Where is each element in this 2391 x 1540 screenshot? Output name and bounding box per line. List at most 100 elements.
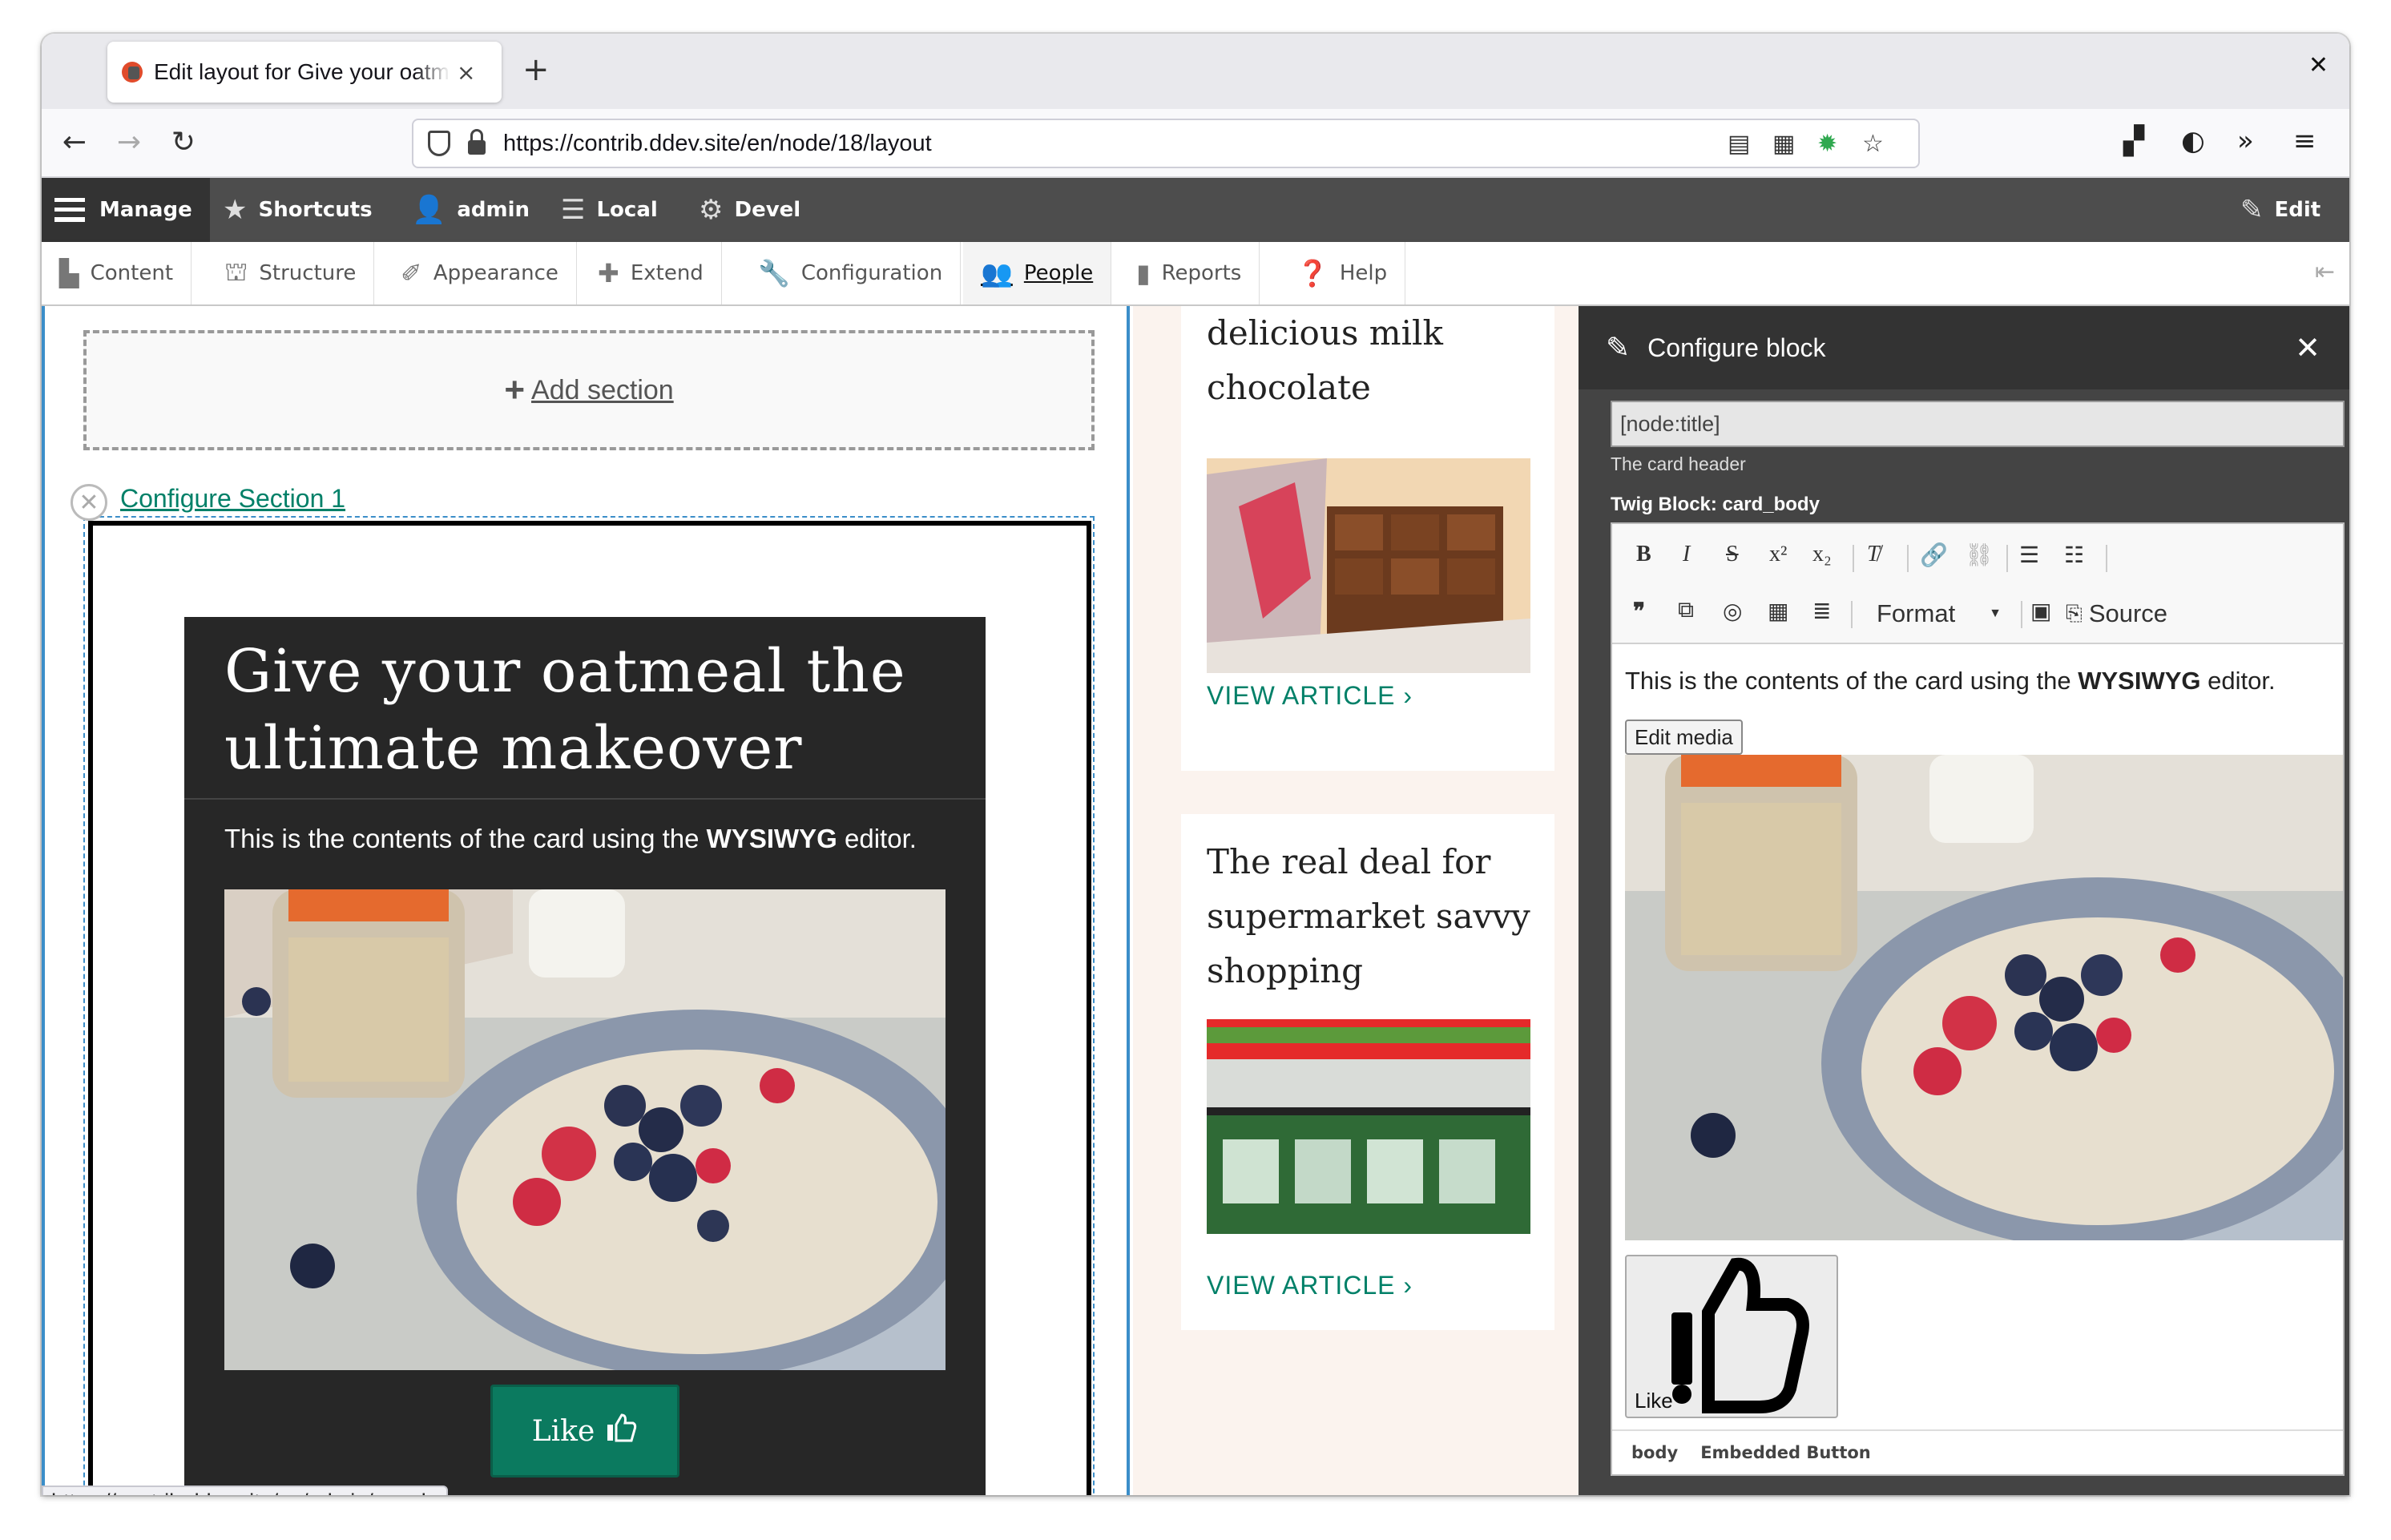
card-header-field[interactable]: [node:title] xyxy=(1611,401,2345,447)
dialog-header: ✎ Configure block ✕ xyxy=(1579,306,2349,389)
chocolate-image[interactable] xyxy=(1207,458,1530,673)
like-button[interactable]: Like xyxy=(490,1385,679,1478)
window-close-button[interactable]: ✕ xyxy=(2308,51,2329,79)
media-embed-icon[interactable]: ⧉ xyxy=(1678,598,1694,623)
horizontal-line-icon[interactable]: ≣ xyxy=(1812,598,1831,625)
tab-close-icon[interactable]: × xyxy=(457,59,475,86)
blockquote-icon[interactable]: ❞ xyxy=(1633,598,1645,625)
source-label: Source xyxy=(2088,599,2168,627)
numbered-list-icon[interactable]: ☷ xyxy=(2064,542,2084,569)
format-dropdown[interactable]: Format ▼ xyxy=(1867,595,2010,633)
bookmark-star-icon[interactable]: ☆ xyxy=(1862,130,1884,158)
configure-section-link[interactable]: Configure Section 1 xyxy=(120,484,345,514)
tab-bar: Edit layout for Give your oatmeal the ul… xyxy=(42,34,2349,109)
view-article-link[interactable]: VIEW ARTICLE › xyxy=(1207,1271,1413,1300)
path-item-body[interactable]: body xyxy=(1631,1443,1678,1462)
reload-icon[interactable]: ↻ xyxy=(165,125,202,160)
article-title[interactable]: The real deal for supermarket savvy shop… xyxy=(1207,835,1543,998)
unlink-icon[interactable]: ⛓ xyxy=(1965,542,1994,569)
pencil-icon: ✎ xyxy=(2240,194,2264,226)
shield-icon[interactable] xyxy=(428,131,450,156)
toolbar-separator xyxy=(1907,545,1909,572)
strikethrough-button[interactable]: S xyxy=(1726,542,1739,567)
toolbar-manage[interactable]: Manage xyxy=(42,178,210,242)
server-icon: ☰ xyxy=(561,194,586,226)
remove-format-button[interactable]: T̸ xyxy=(1867,542,1880,567)
tray-item-content[interactable]: ▙ Content xyxy=(42,242,192,304)
editor-oatmeal-image[interactable] xyxy=(1625,755,2343,1240)
show-blocks-icon[interactable]: ▣ xyxy=(2030,598,2051,625)
embed-button-icon[interactable]: ◎ xyxy=(1723,598,1742,625)
reader-view-icon[interactable]: ▤ xyxy=(1728,130,1750,158)
dialog-close-button[interactable]: ✕ xyxy=(2295,330,2320,365)
user-label: admin xyxy=(457,198,530,222)
tray-label-people: People xyxy=(1023,261,1094,285)
edit-media-button[interactable]: Edit media xyxy=(1625,720,1743,755)
menu-icon[interactable]: ≡ xyxy=(2293,125,2316,157)
tray-item-configuration[interactable]: 🔧 Configuration xyxy=(740,242,962,304)
article-card[interactable]: The real deal for supermarket savvy shop… xyxy=(1181,814,1554,1330)
user-icon: 👤 xyxy=(412,194,446,226)
tray-item-help[interactable]: ❓ Help xyxy=(1279,242,1406,304)
articles-column: delicious milk chocolate VIEW ARTICLE › … xyxy=(1133,306,1579,1495)
link-icon[interactable]: 🔗 xyxy=(1920,542,1948,569)
edit-label: Edit xyxy=(2274,198,2321,222)
address-bar[interactable]: https://contrib.ddev.site/en/node/18/lay… xyxy=(412,119,1920,168)
tray-item-extend[interactable]: ✚ Extend xyxy=(580,242,722,304)
chevron-down-icon: ▼ xyxy=(1989,607,2002,620)
bold-button[interactable]: B xyxy=(1636,542,1651,567)
table-icon[interactable]: ▦ xyxy=(1768,598,1788,625)
source-button[interactable]: ⎘ Source xyxy=(2066,595,2167,633)
layout-builder-region: + Add section ✕ Configure Section 1 Give… xyxy=(42,306,1130,1495)
supermarket-image[interactable] xyxy=(1207,1019,1530,1234)
bulleted-list-icon[interactable]: ☰ xyxy=(2019,542,2039,569)
new-tab-button[interactable]: + xyxy=(522,51,550,88)
path-item-embedded-button[interactable]: Embedded Button xyxy=(1700,1443,1871,1462)
card-body-text: This is the contents of the card using t… xyxy=(224,824,917,854)
bug-icon[interactable]: ✹ xyxy=(1817,130,1837,158)
view-article-link[interactable]: VIEW ARTICLE › xyxy=(1207,681,1413,711)
chevron-right-icon: › xyxy=(1403,1271,1413,1300)
embedded-like-button[interactable]: Like xyxy=(1625,1255,1838,1418)
toolbar-devel[interactable]: ⚙ Devel xyxy=(699,178,800,242)
toolbar-local[interactable]: ☰ Local xyxy=(561,178,658,242)
subscript-button[interactable]: x₂ xyxy=(1812,542,1832,567)
hamburger-icon xyxy=(54,198,85,222)
toolbar-edit[interactable]: ✎ Edit xyxy=(2240,178,2320,242)
back-arrow-icon[interactable]: ← xyxy=(56,125,93,160)
article-title[interactable]: delicious milk chocolate xyxy=(1207,306,1543,415)
toolbar-shortcuts[interactable]: ★ Shortcuts xyxy=(223,178,373,242)
tray-collapse-icon[interactable]: ⇤ xyxy=(2315,258,2335,286)
card-header-description: The card header xyxy=(1611,454,1746,474)
browser-tab-active[interactable]: Edit layout for Give your oatmeal the ul… xyxy=(107,42,502,103)
people-icon: 👥 xyxy=(981,258,1013,288)
italic-button[interactable]: I xyxy=(1683,542,1690,567)
oatmeal-image xyxy=(224,889,946,1370)
toolbar-user[interactable]: 👤 admin xyxy=(412,178,530,242)
remove-section-icon[interactable]: ✕ xyxy=(71,484,107,521)
add-section-button[interactable]: + Add section xyxy=(83,330,1095,450)
editor-paragraph[interactable]: This is the contents of the card using t… xyxy=(1625,667,2276,695)
url-text[interactable]: https://contrib.ddev.site/en/node/18/lay… xyxy=(503,131,932,157)
toolbar-separator xyxy=(2006,545,2008,572)
extensions-icon[interactable]: ▞ xyxy=(2123,125,2144,157)
toolbar-separator xyxy=(2021,601,2022,628)
card-block[interactable]: Give your oatmeal the ultimate makeover … xyxy=(184,617,986,1495)
tray-item-structure[interactable]: ⛫ Structure xyxy=(207,242,375,304)
lock-icon[interactable] xyxy=(468,129,486,155)
star-icon: ★ xyxy=(223,194,248,226)
qr-code-icon[interactable]: ▦ xyxy=(1772,130,1795,158)
like-label: Like xyxy=(531,1414,595,1448)
forward-arrow-icon[interactable]: → xyxy=(111,125,147,160)
browser-window: Edit layout for Give your oatmeal the ul… xyxy=(42,34,2349,1495)
profile-icon[interactable]: ◐ xyxy=(2181,125,2205,157)
wysiwyg-editor[interactable]: B I S x² x₂ T̸ 🔗 ⛓ ☰ ☷ ❞ ⧉ ◎ ▦ ≣ Format … xyxy=(1611,522,2345,1476)
tray-item-people[interactable]: 👥 People xyxy=(963,242,1112,304)
card-title: Give your oatmeal the ultimate makeover xyxy=(224,637,906,783)
shortcuts-label: Shortcuts xyxy=(258,198,373,222)
tray-item-appearance[interactable]: ✐ Appearance xyxy=(383,242,577,304)
superscript-button[interactable]: x² xyxy=(1769,542,1787,567)
overflow-chevron-icon[interactable]: » xyxy=(2237,125,2254,157)
tray-item-reports[interactable]: ▮ Reports xyxy=(1119,242,1260,304)
article-card[interactable]: delicious milk chocolate VIEW ARTICLE › xyxy=(1181,306,1554,771)
